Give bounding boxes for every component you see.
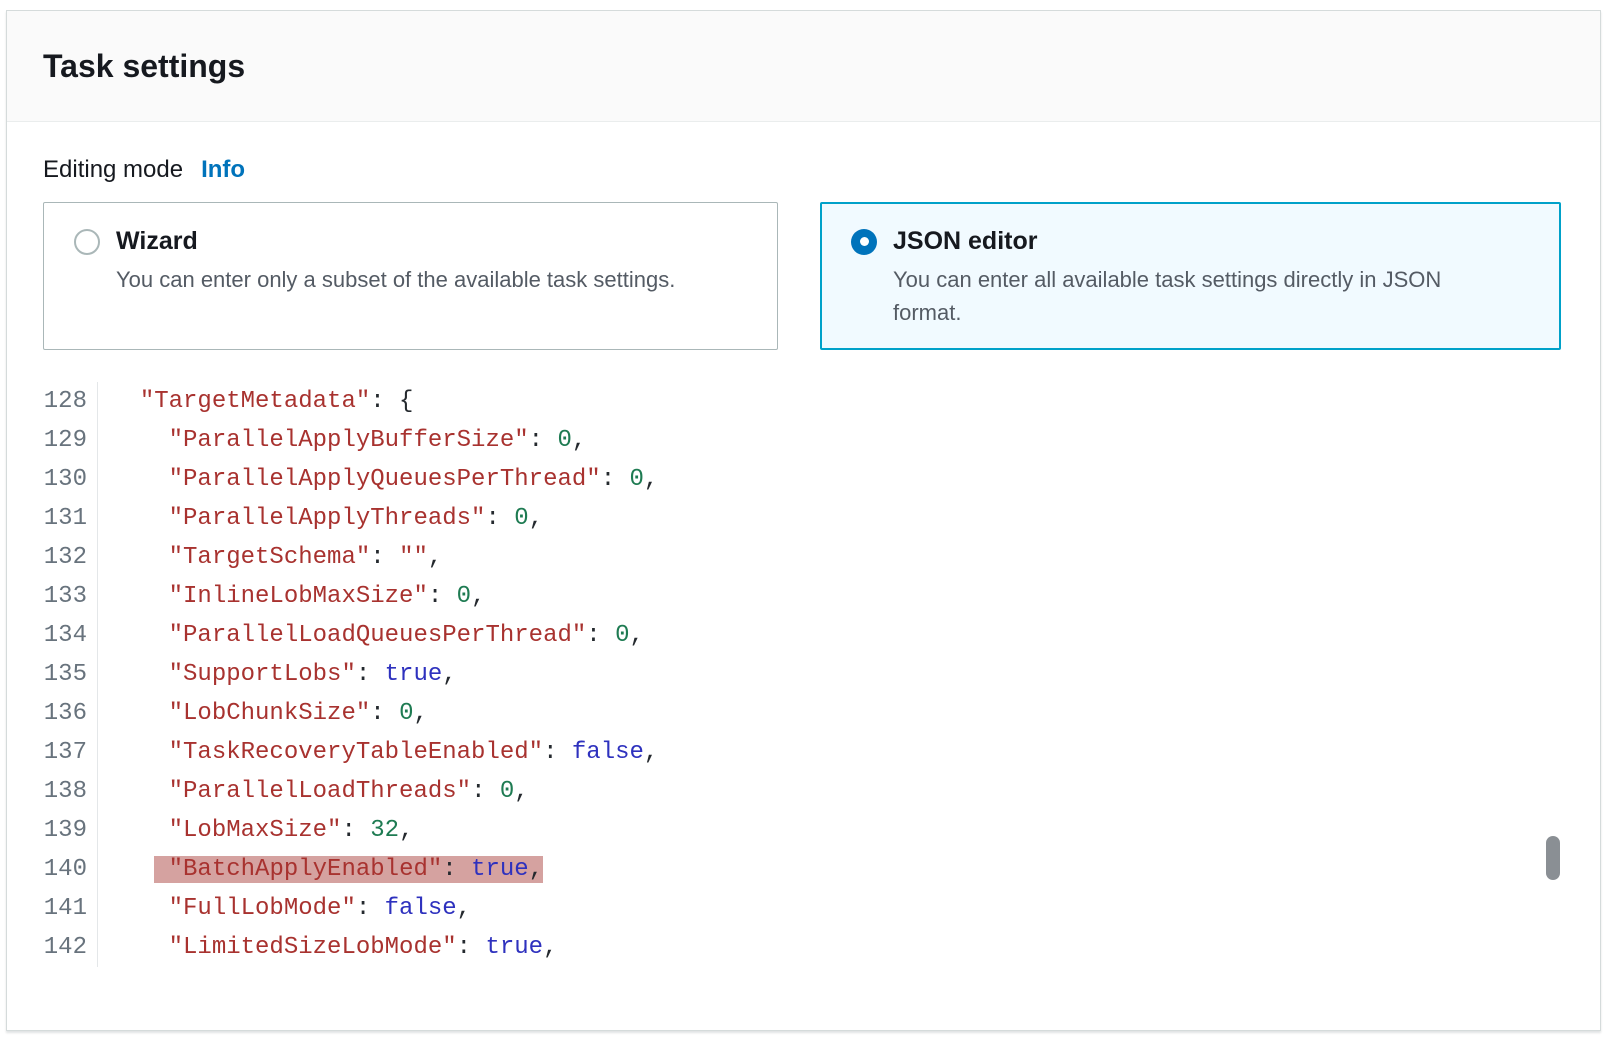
editing-mode-row: Editing mode Info [43,156,1600,184]
tile-json-editor[interactable]: JSON editor You can enter all available … [820,202,1561,350]
code-line-content[interactable]: "ParallelApplyQueuesPerThread": 0, [98,460,658,499]
line-number: 138 [7,772,98,811]
code-line-content[interactable]: "LobChunkSize": 0, [98,694,428,733]
code-line[interactable]: 140 "BatchApplyEnabled": true, [7,850,1600,889]
code-line[interactable]: 132 "TargetSchema": "", [7,538,1600,577]
panel-header: Task settings [7,11,1600,122]
code-line-content[interactable]: "BatchApplyEnabled": true, [98,850,543,889]
code-line[interactable]: 131 "ParallelApplyThreads": 0, [7,499,1600,538]
code-line[interactable]: 130 "ParallelApplyQueuesPerThread": 0, [7,460,1600,499]
line-number: 129 [7,421,98,460]
code-line[interactable]: 137 "TaskRecoveryTableEnabled": false, [7,733,1600,772]
task-settings-panel: Task settings Editing mode Info Wizard Y… [6,10,1601,1031]
page-title: Task settings [43,48,245,85]
panel-body: Editing mode Info Wizard You can enter o… [7,122,1600,967]
code-line-content[interactable]: "ParallelLoadThreads": 0, [98,772,529,811]
highlighted-code: "BatchApplyEnabled": true, [154,856,543,883]
line-number: 128 [7,382,98,421]
radio-unselected-icon[interactable] [74,229,100,255]
code-line-content[interactable]: "TargetSchema": "", [98,538,442,577]
line-number: 133 [7,577,98,616]
radio-dot [860,237,869,246]
tile-json-editor-title: JSON editor [893,227,1037,256]
line-number: 130 [7,460,98,499]
code-line[interactable]: 129 "ParallelApplyBufferSize": 0, [7,421,1600,460]
code-line-content[interactable]: "SupportLobs": true, [98,655,457,694]
code-line-content[interactable]: "LimitedSizeLobMode": true, [98,928,557,967]
code-line-content[interactable]: "ParallelApplyThreads": 0, [98,499,543,538]
line-number: 137 [7,733,98,772]
tile-wizard-description: You can enter only a subset of the avail… [116,263,717,296]
code-line[interactable]: 133 "InlineLobMaxSize": 0, [7,577,1600,616]
info-link[interactable]: Info [201,156,245,184]
code-line[interactable]: 134 "ParallelLoadQueuesPerThread": 0, [7,616,1600,655]
line-number: 134 [7,616,98,655]
code-line-content[interactable]: "ParallelLoadQueuesPerThread": 0, [98,616,644,655]
tile-wizard[interactable]: Wizard You can enter only a subset of th… [43,202,778,350]
code-line-content[interactable]: "ParallelApplyBufferSize": 0, [98,421,586,460]
code-line[interactable]: 135 "SupportLobs": true, [7,655,1600,694]
line-number: 135 [7,655,98,694]
code-line[interactable]: 139 "LobMaxSize": 32, [7,811,1600,850]
line-number: 142 [7,928,98,967]
code-line-content[interactable]: "TargetMetadata": { [98,382,413,421]
code-line[interactable]: 138 "ParallelLoadThreads": 0, [7,772,1600,811]
tile-wizard-title: Wizard [116,227,198,256]
code-line[interactable]: 142 "LimitedSizeLobMode": true, [7,928,1600,967]
tile-json-editor-description: You can enter all available task setting… [893,263,1500,329]
code-line-content[interactable]: "InlineLobMaxSize": 0, [98,577,485,616]
line-number: 131 [7,499,98,538]
editing-mode-label: Editing mode [43,156,183,184]
code-line-content[interactable]: "TaskRecoveryTableEnabled": false, [98,733,658,772]
line-number: 139 [7,811,98,850]
code-line-content[interactable]: "FullLobMode": false, [98,889,471,928]
code-line[interactable]: 136 "LobChunkSize": 0, [7,694,1600,733]
code-line[interactable]: 128 "TargetMetadata": { [7,382,1600,421]
scrollbar-thumb[interactable] [1546,836,1560,880]
json-code-editor[interactable]: 128 "TargetMetadata": {129 "ParallelAppl… [7,382,1600,967]
line-number: 136 [7,694,98,733]
line-number: 141 [7,889,98,928]
line-number: 132 [7,538,98,577]
radio-selected-icon[interactable] [851,229,877,255]
code-line-content[interactable]: "LobMaxSize": 32, [98,811,413,850]
editing-mode-tiles: Wizard You can enter only a subset of th… [43,202,1600,350]
line-number: 140 [7,850,98,889]
code-line[interactable]: 141 "FullLobMode": false, [7,889,1600,928]
